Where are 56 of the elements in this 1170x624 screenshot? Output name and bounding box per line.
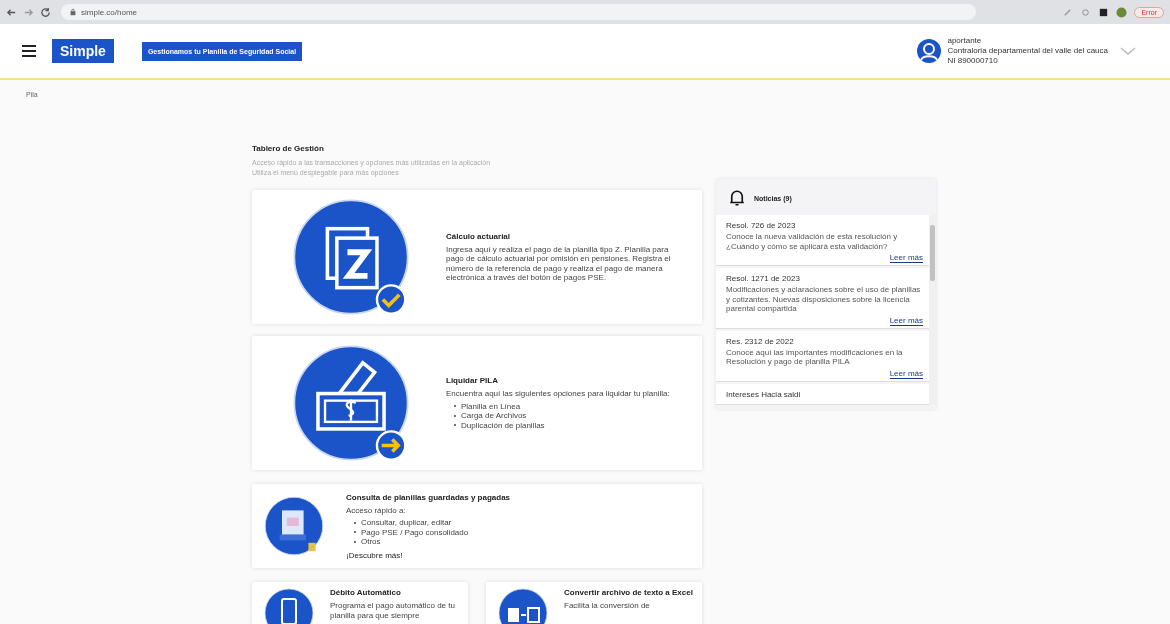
- list-item: Consultar, duplicar, editar: [361, 518, 452, 528]
- menu-button[interactable]: [22, 45, 36, 57]
- news-headline: Res. 2312 de 2022: [726, 336, 795, 346]
- discover-more-text: ¡Descubre más!: [346, 550, 404, 560]
- read-more-link[interactable]: Leer más: [889, 315, 923, 326]
- card-title: Liquidar PILA: [446, 376, 499, 385]
- card-description: Encuentra aquí las siguientes opciones para liquidar tu planilla:: [446, 389, 671, 399]
- card-title: Cálculo actuarial: [446, 231, 512, 241]
- money-card-icon: [292, 344, 410, 462]
- news-item[interactable]: Intereses Hacia saldi: [716, 383, 929, 405]
- read-more-link[interactable]: Leer más: [889, 368, 923, 379]
- news-item[interactable]: Resol. 726 de 2023 Conoce la nueva validación de esta resolución y ¿Cuándo y cómo se aplicará esta validación? Leer más: [716, 215, 929, 266]
- bell-icon: [728, 189, 746, 207]
- news-headline: Intereses Hacia saldi: [726, 389, 802, 399]
- feature-card[interactable]: Consulta de planillas guardadas y pagadas Acceso rápido a: Consultar, duplicar, editar Pago PSE / Pago consolidado Otros ¡Descubre más!: [252, 484, 702, 568]
- scrollbar-thumb[interactable]: [930, 225, 935, 281]
- news-item[interactable]: Resol. 1271 de 2023 Modificaciones y aclaraciones sobre el uso de planillas y cotizantes. Nuevas disposiciones sobre la licencia parental compartida Leer más: [716, 268, 929, 329]
- news-summary: Conoce aquí las importantes modificaciones en la Resolución y pago de planilla PILA: [726, 347, 904, 367]
- feature-card[interactable]: Convertir archivo de texto a Excel Facilita la conversión de: [486, 582, 702, 624]
- feature-card[interactable]: Débito Automático Programa el pago automático de tu planilla para que siempre: [252, 582, 468, 624]
- folder-icon: [264, 496, 324, 556]
- company-id: NI 890000710: [947, 56, 999, 66]
- news-headline: Resol. 1271 de 2023: [726, 274, 801, 283]
- card-title: Convertir archivo de texto a Excel: [564, 588, 693, 597]
- feature-card[interactable]: Liquidar PILA Encuentra aquí las siguientes opciones para liquidar tu planilla: Planilla en Línea Carga de Archivos Duplicación de planillas: [252, 336, 702, 470]
- list-item: Pago PSE / Pago consolidado: [361, 527, 469, 537]
- news-headline: Resol. 726 de 2023: [726, 221, 797, 230]
- card-description: Facilita la conversión de: [564, 601, 651, 611]
- reload-icon[interactable]: [40, 6, 51, 18]
- document-icon: [292, 198, 410, 316]
- feature-card[interactable]: [252, 190, 702, 324]
- logo[interactable]: Simple: [52, 39, 114, 63]
- card-title: Débito Automático: [330, 588, 402, 597]
- phone-icon: [264, 588, 314, 624]
- card-description: Acceso rápido a:: [346, 505, 407, 515]
- file-convert-icon: [498, 588, 548, 624]
- scrollbar[interactable]: [929, 215, 936, 405]
- card-description: Programa el pago automático de tu planilla para que siempre: [330, 601, 456, 620]
- news-summary: Conoce la nueva validación de esta resolución y ¿Cuándo y cómo se aplicará esta validación?: [726, 232, 899, 251]
- card-title: Consulta de planillas guardadas y pagadas: [346, 492, 511, 502]
- list-item: Planilla en Línea: [461, 401, 521, 411]
- news-summary: Modificaciones y aclaraciones sobre el uso de planillas y cotizantes. Nuevas disposiciones sobre la licencia parental compartida: [726, 285, 922, 314]
- dashboard-title: Tablero de Gestión: [252, 144, 325, 153]
- chevron-down-icon[interactable]: [1120, 47, 1136, 55]
- read-more-link[interactable]: Leer más: [889, 253, 923, 263]
- company-name: Contraloria departamental del valle del cauca: [947, 46, 1108, 56]
- list-item: Duplicación de planillas: [461, 420, 545, 430]
- list-item: Otros: [361, 537, 381, 547]
- user-avatar-icon[interactable]: [917, 39, 942, 63]
- news-item[interactable]: Res. 2312 de 2022 Conoce aquí las importantes modificaciones en la Resolución y pago de planilla PILA Leer más: [716, 330, 929, 382]
- profile-avatar-icon[interactable]: [1116, 6, 1128, 18]
- list-item: Carga de Archivos: [461, 411, 527, 421]
- sidepanel-icon[interactable]: [1098, 6, 1110, 18]
- user-role: aportante: [947, 36, 983, 46]
- card-description: Ingresa aquí y realiza el pago de la planilla tipo Z. Planilla para pago de cálculo actuarial por omisión en pensiones. Registra el número de la referencia de pago y realiza el pago de manera electrónica a través del botón de pagos PSE.: [446, 244, 672, 283]
- address-bar[interactable]: simple.co/home: [61, 4, 977, 20]
